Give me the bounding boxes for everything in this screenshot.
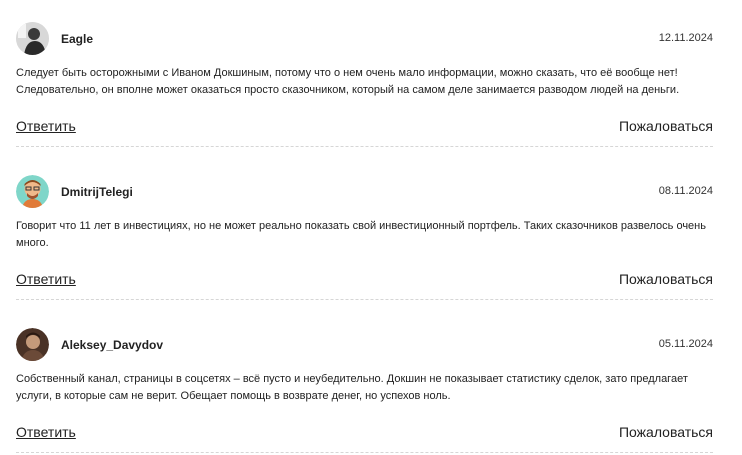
comment-date: 05.11.2024 xyxy=(658,338,713,350)
avatar xyxy=(16,22,49,55)
avatar xyxy=(16,328,49,361)
comment-item: Eagle 12.11.2024 Следует быть осторожным… xyxy=(16,22,713,147)
comment-author[interactable]: Aleksey_Davydov xyxy=(61,338,163,352)
comment-header: DmitrijTelegi 08.11.2024 xyxy=(16,175,713,211)
comment-text: Говорит что 11 лет в инвестициях, но не … xyxy=(16,220,706,249)
comment-date: 12.11.2024 xyxy=(658,32,713,44)
comment-actions: Ответить Пожаловаться xyxy=(16,424,713,444)
comment-author[interactable]: DmitrijTelegi xyxy=(61,185,133,199)
divider xyxy=(16,146,713,147)
comment-item: DmitrijTelegi 08.11.2024 Говорит что 11 … xyxy=(16,175,713,300)
divider xyxy=(16,452,713,453)
report-link[interactable]: Пожаловаться xyxy=(619,424,713,440)
divider xyxy=(16,299,713,300)
report-link[interactable]: Пожаловаться xyxy=(619,271,713,287)
comment-header: Eagle 12.11.2024 xyxy=(16,22,713,58)
comment-actions: Ответить Пожаловаться xyxy=(16,271,713,291)
comment-author[interactable]: Eagle xyxy=(61,32,93,46)
comments-list: Eagle 12.11.2024 Следует быть осторожным… xyxy=(0,0,742,455)
comment-actions: Ответить Пожаловаться xyxy=(16,118,713,138)
comment-text: Следует быть осторожными с Иваном Докшин… xyxy=(16,67,680,96)
avatar xyxy=(16,175,49,208)
reply-link[interactable]: Ответить xyxy=(16,424,76,440)
comment-item: Aleksey_Davydov 05.11.2024 Собственный к… xyxy=(16,328,713,453)
report-link[interactable]: Пожаловаться xyxy=(619,118,713,134)
reply-link[interactable]: Ответить xyxy=(16,271,76,287)
comment-text: Собственный канал, страницы в соцсетях –… xyxy=(16,373,688,402)
comment-date: 08.11.2024 xyxy=(658,185,713,197)
comment-header: Aleksey_Davydov 05.11.2024 xyxy=(16,328,713,364)
reply-link[interactable]: Ответить xyxy=(16,118,76,134)
